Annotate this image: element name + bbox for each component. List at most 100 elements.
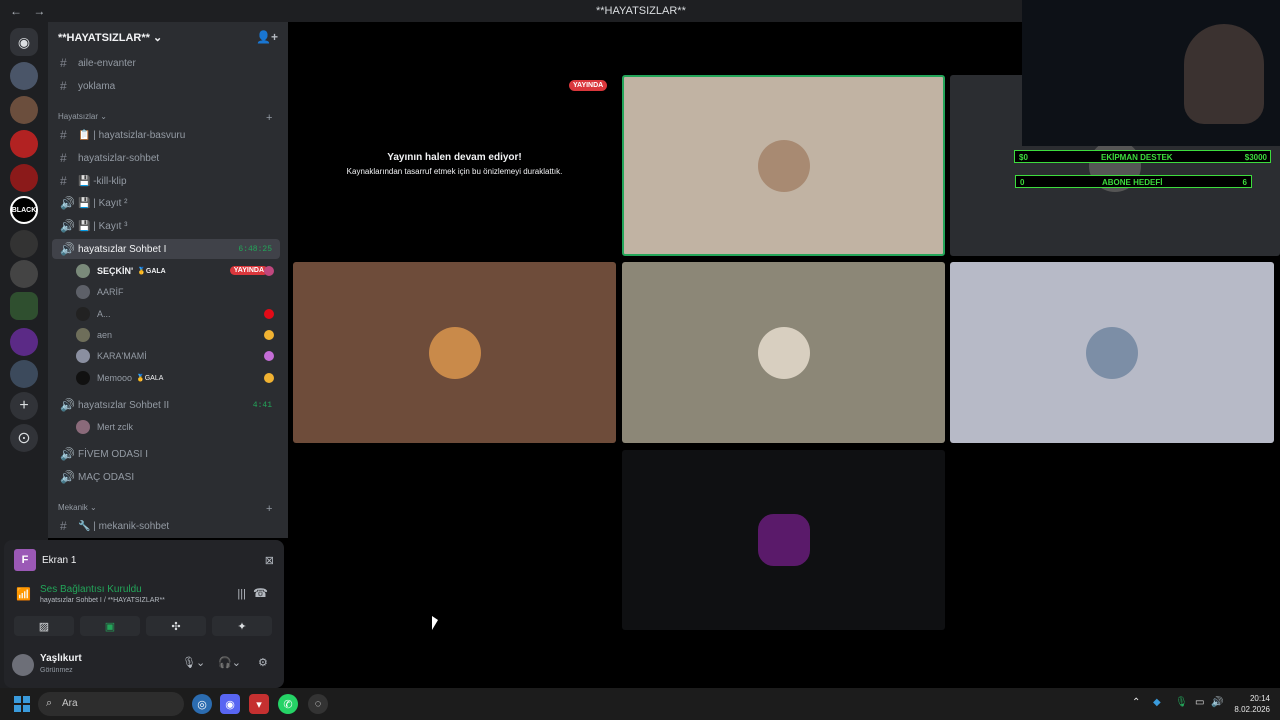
emoji-icon — [264, 373, 274, 383]
avatar — [1086, 326, 1138, 379]
voice-channel-kayit-3[interactable]: 🔊 💾 | Kayıt ³ — [52, 216, 280, 236]
microphone-icon[interactable]: 🎙⌄ — [182, 656, 205, 669]
voice-channel-sohbet-1[interactable]: 🔊 hayatsızlar Sohbet I 6:48:25 — [52, 239, 280, 259]
user-name: A... — [97, 309, 111, 319]
voice-channel-kayit-2[interactable]: 🔊 💾 | Kayıt ² — [52, 193, 280, 213]
noise-suppression-icon[interactable]: ||| — [237, 588, 246, 600]
whatsapp-icon[interactable]: ✆ — [278, 694, 298, 714]
participant-tile[interactable] — [293, 262, 616, 443]
avatar[interactable] — [12, 654, 34, 676]
goal-current: 0 — [1020, 178, 1025, 187]
tray-app-icon[interactable]: ◆ — [1153, 697, 1161, 708]
discord-icon[interactable]: ◉ — [220, 694, 240, 714]
channel-label: yoklama — [78, 80, 116, 92]
participant-tile[interactable] — [950, 262, 1274, 443]
disconnect-icon[interactable]: ☎ — [253, 586, 268, 600]
avatar — [757, 326, 810, 379]
tray-overflow-icon[interactable]: ⌃ — [1132, 697, 1140, 708]
signal-icon[interactable]: 📶 — [16, 587, 31, 601]
voice-user[interactable]: AARİF — [76, 283, 124, 301]
voice-status[interactable]: Ses Bağlantısı Kuruldu — [40, 584, 142, 595]
back-arrow-icon[interactable]: ← — [10, 4, 22, 18]
paused-title: Yayının halen devam ediyor! — [387, 152, 522, 163]
participant-tile[interactable] — [622, 450, 945, 630]
server-icon[interactable] — [10, 164, 38, 192]
channel-yoklama[interactable]: # yoklama — [52, 76, 280, 96]
forward-arrow-icon[interactable]: → — [33, 4, 45, 18]
add-channel-icon[interactable]: + — [266, 112, 272, 124]
channel-label: hayatsizlar-sohbet — [78, 152, 160, 164]
voice-user[interactable]: SEÇKİN' 🥇GALA — [76, 262, 166, 280]
avatar — [76, 307, 90, 321]
avatar — [76, 420, 90, 434]
voice-user[interactable]: KARA'MAMİ — [76, 347, 147, 365]
voice-user[interactable]: Mert zclk — [76, 418, 133, 436]
window-title: **HAYATSIZLAR** — [596, 5, 686, 17]
taskbar-search[interactable]: ⌕ Ara — [38, 692, 184, 716]
channel-mekanik-sohbet[interactable]: # 🔧 | mekanik-sohbet — [52, 516, 280, 536]
hash-icon: # — [60, 519, 67, 533]
microphone-icon[interactable]: 🎙 — [1175, 697, 1188, 708]
screen-share-button[interactable]: ▣ — [80, 616, 140, 636]
server-icon[interactable] — [10, 130, 38, 158]
channel-kill-klip[interactable]: # 💾 -kill-klip — [52, 171, 280, 191]
server-icon[interactable] — [10, 230, 38, 258]
voice-location[interactable]: hayatsızlar Sohbet I / **HAYATSIZLAR** — [40, 597, 165, 604]
app-icon[interactable]: ▾ — [249, 694, 269, 714]
settings-icon[interactable]: ⚙ — [258, 656, 268, 669]
voice-user[interactable]: Memooo 🥇GALA — [76, 369, 163, 387]
participant-tile[interactable] — [622, 75, 945, 256]
channel-sohbet[interactable]: # hayatsizlar-sohbet — [52, 148, 280, 168]
app-icon[interactable]: ◌ — [308, 694, 328, 714]
voice-user[interactable]: A... — [76, 305, 111, 323]
category-hayatsizlar[interactable]: Hayatsızlar ⌄ + — [58, 112, 272, 124]
channel-label: aile-envanter — [78, 57, 136, 69]
user-name[interactable]: Yaşlıkurt — [40, 653, 82, 664]
server-folder-icon[interactable] — [10, 292, 38, 320]
server-icon[interactable] — [10, 62, 38, 90]
voice-user[interactable]: aen — [76, 326, 112, 344]
channel-basvuru[interactable]: # 📋 | hayatsizlar-basvuru — [52, 125, 280, 145]
stop-stream-icon[interactable]: ⊠ — [265, 554, 274, 567]
activities-button[interactable]: ✣ — [146, 616, 206, 636]
goal-target: $3000 — [1244, 153, 1267, 162]
add-member-icon[interactable]: 👤+ — [256, 30, 278, 44]
chrome-icon[interactable]: ◎ — [192, 694, 212, 714]
live-badge: YAYINDA — [229, 266, 268, 275]
windows-start-icon[interactable] — [14, 696, 30, 712]
flag-icon — [264, 309, 274, 319]
server-header[interactable]: **HAYATSIZLAR** ⌄ 👤+ — [48, 22, 288, 54]
channel-label: 🔧 | mekanik-sohbet — [78, 520, 170, 532]
hash-icon: # — [60, 128, 67, 142]
clock[interactable]: 20:14 8.02.2026 — [1234, 693, 1270, 715]
channel-sidebar: **HAYATSIZLAR** ⌄ 👤+ # aile-envanter # y… — [48, 22, 288, 538]
avatar — [76, 285, 90, 299]
server-black-icon[interactable]: BLACK — [10, 196, 38, 224]
participant-tile[interactable] — [622, 262, 945, 443]
server-icon[interactable] — [10, 260, 38, 288]
voice-channel-fivem[interactable]: 🔊 FİVEM ODASI I — [52, 444, 280, 464]
voice-channel-mac[interactable]: 🔊 MAÇ ODASI — [52, 467, 280, 487]
explore-icon[interactable]: ⊙ — [10, 424, 38, 452]
category-mekanik[interactable]: Mekanik ⌄ + — [58, 503, 272, 515]
soundboard-button[interactable]: ✦ — [212, 616, 272, 636]
camera-button[interactable]: ▨ — [14, 616, 74, 636]
server-icon[interactable] — [10, 328, 38, 356]
paused-stream-tile[interactable]: Yayının halen devam ediyor! Kaynaklarınd… — [293, 77, 616, 257]
clock-time: 20:14 — [1249, 694, 1270, 703]
discord-home-icon[interactable]: ◉ — [10, 28, 38, 56]
channel-aile-envanter[interactable]: # aile-envanter — [52, 53, 280, 73]
headphones-icon[interactable]: 🎧⌄ — [218, 656, 241, 669]
volume-icon[interactable]: 🔊 — [1211, 697, 1223, 708]
voice-channel-sohbet-2[interactable]: 🔊 hayatsızlar Sohbet II 4:41 — [52, 395, 280, 415]
add-server-icon[interactable]: + — [10, 392, 38, 420]
speaker-icon: 🔊 — [60, 242, 75, 256]
server-icon[interactable] — [10, 96, 38, 124]
voice-connection: 📶 Ses Bağlantısı Kuruldu hayatsızlar Soh… — [14, 584, 274, 608]
goal-target: 6 — [1242, 178, 1247, 187]
server-icon[interactable] — [10, 360, 38, 388]
network-icon[interactable]: ▭ — [1195, 697, 1204, 708]
live-badge: YAYINDA — [569, 80, 608, 91]
user-name: aen — [97, 330, 113, 340]
add-channel-icon[interactable]: + — [266, 503, 272, 515]
